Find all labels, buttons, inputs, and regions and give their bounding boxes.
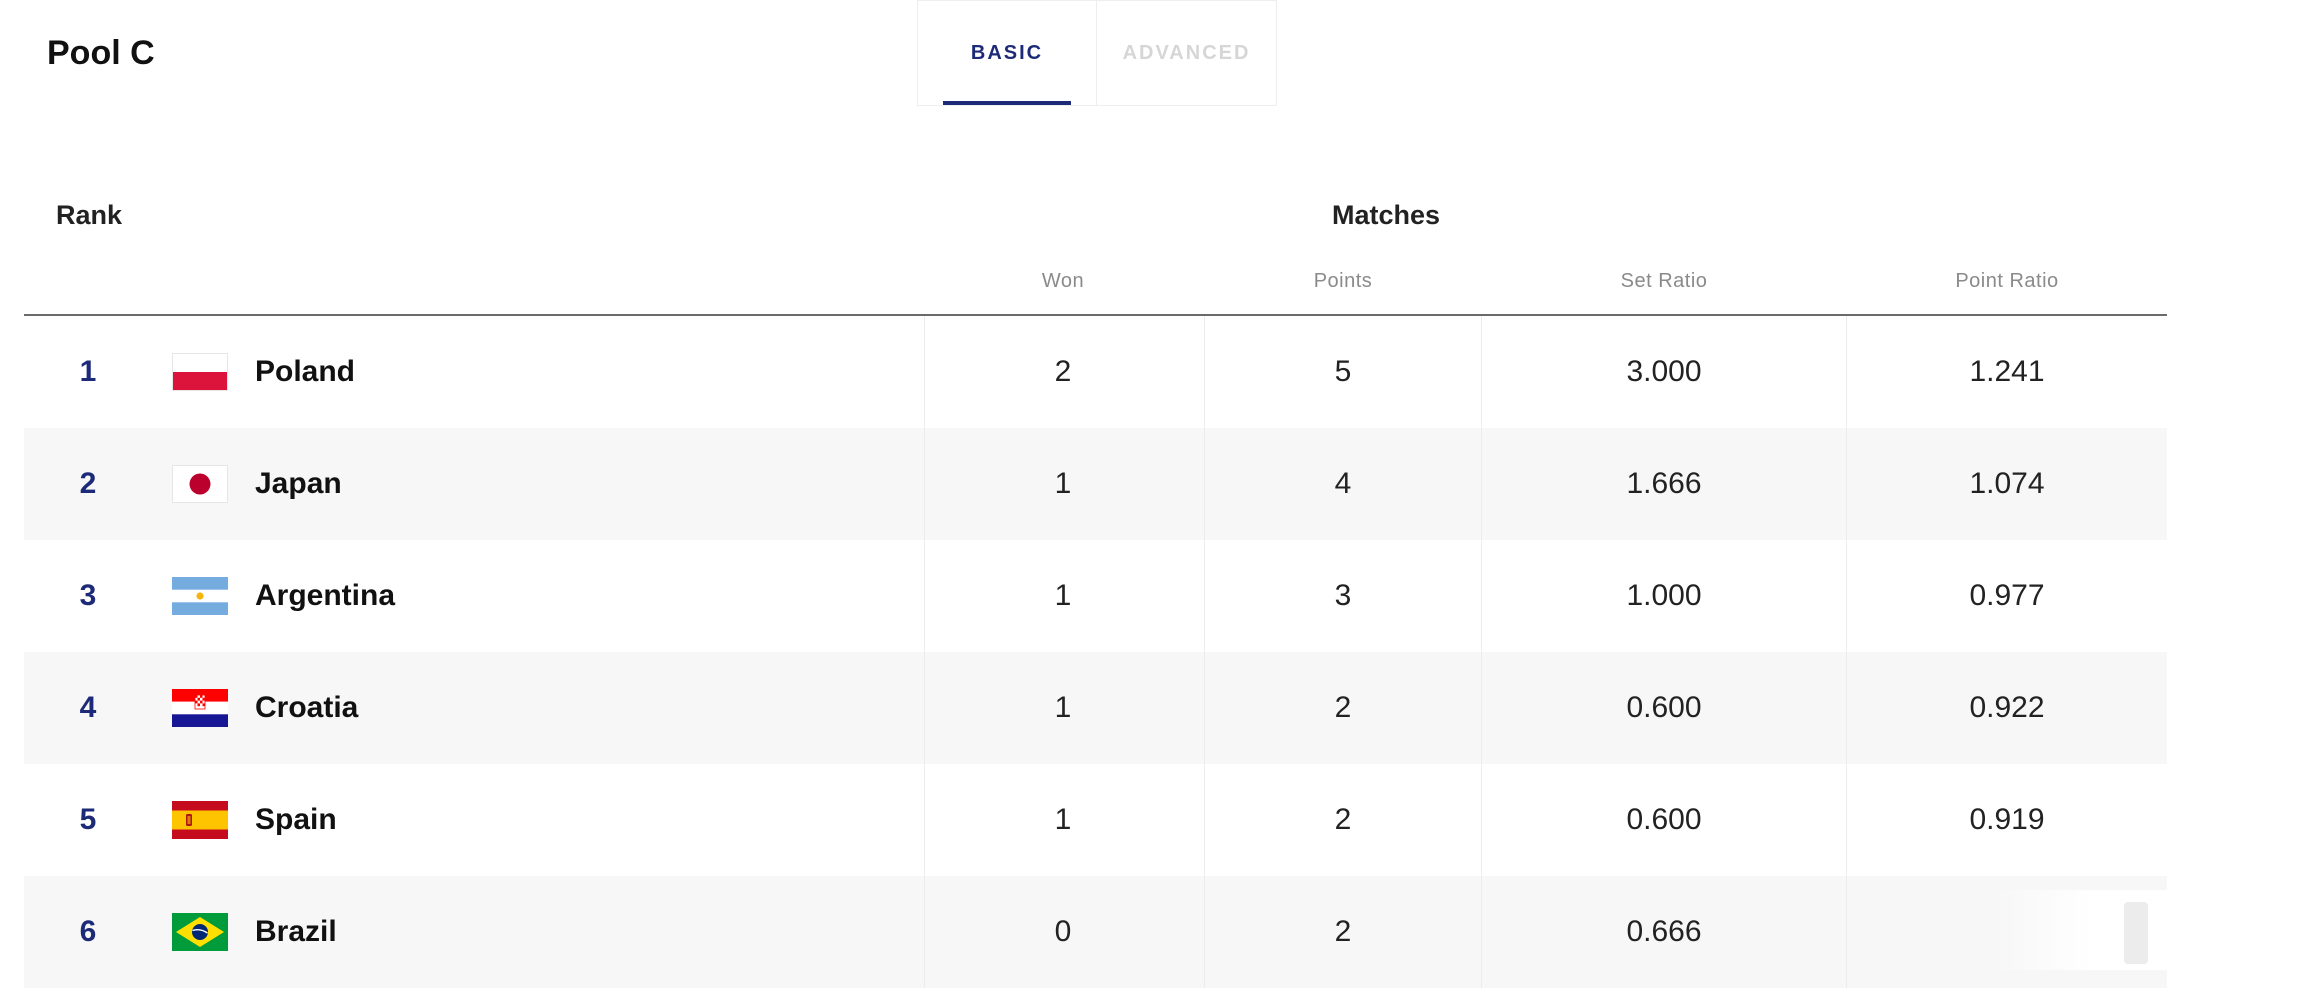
column-divider [1481, 876, 1482, 988]
brazil-flag-icon [172, 913, 228, 951]
set-ratio-text: 1.000 [1626, 579, 1702, 612]
point-ratio-text: 1.074 [1969, 467, 2045, 500]
column-divider [1204, 316, 1205, 428]
rank-number: 2 [79, 467, 97, 500]
tab-basic[interactable]: BASIC [917, 0, 1097, 106]
set-ratio-text: 1.666 [1626, 467, 1702, 500]
rank-number: 4 [79, 691, 97, 724]
croatia-flag-icon [172, 689, 228, 727]
column-divider [1846, 876, 1847, 988]
rank-number: 3 [79, 579, 97, 612]
country-name[interactable]: Japan [255, 428, 342, 540]
country-name[interactable]: Croatia [255, 652, 358, 764]
column-header-won-label: Won [1041, 270, 1085, 292]
column-header-point-ratio-label: Point Ratio [1955, 270, 2059, 292]
point-ratio-text: 0.919 [1969, 803, 2045, 836]
column-divider [924, 764, 925, 876]
poland-flag-graphic [173, 354, 227, 390]
won-text: 1 [1054, 803, 1072, 836]
table-row[interactable]: 3 Argentina 1 3 1.000 0.977 [24, 540, 2167, 652]
column-divider [1846, 540, 1847, 652]
pool-title: Pool C [47, 34, 155, 72]
country-name[interactable]: Argentina [255, 540, 395, 652]
point-ratio-text: 1.241 [1969, 355, 2045, 388]
point-ratio-text: 0.977 [1969, 579, 2045, 612]
won-text: 2 [1054, 355, 1072, 388]
points-text: 4 [1334, 467, 1352, 500]
argentina-flag-icon [172, 577, 228, 615]
tab-advanced[interactable]: ADVANCED [1097, 0, 1277, 106]
column-divider [924, 876, 925, 988]
points-text: 2 [1334, 915, 1352, 948]
column-header-set-ratio-label: Set Ratio [1620, 270, 1708, 292]
spain-flag-icon [172, 801, 228, 839]
won-text: 1 [1054, 467, 1072, 500]
points-text: 5 [1334, 355, 1352, 388]
rank-header: Rank [56, 200, 123, 230]
rank-number: 5 [79, 803, 97, 836]
column-divider [924, 652, 925, 764]
column-divider [1204, 428, 1205, 540]
set-ratio-text: 0.600 [1626, 803, 1702, 836]
column-divider [1846, 428, 1847, 540]
won-text: 0 [1054, 915, 1072, 948]
point-ratio-text: 0.922 [1969, 691, 2045, 724]
column-divider [1481, 540, 1482, 652]
standings-table: 1 Poland 2 5 3.000 1.241 2 Japan 1 4 1.6… [24, 316, 2167, 988]
table-row[interactable]: 1 Poland 2 5 3.000 1.241 [24, 316, 2167, 428]
table-row[interactable]: 2 Japan 1 4 1.666 1.074 [24, 428, 2167, 540]
japan-flag-icon [172, 465, 228, 503]
argentina-flag-graphic [172, 577, 228, 615]
view-tabs: BASIC ADVANCED [917, 0, 1277, 106]
column-divider [1481, 428, 1482, 540]
country-name[interactable]: Spain [255, 764, 337, 876]
spain-flag-graphic [172, 801, 228, 839]
rank-number: 6 [79, 915, 97, 948]
column-divider [1481, 652, 1482, 764]
column-header-points-label: Points [1313, 270, 1373, 292]
rank-number: 1 [79, 355, 97, 388]
column-divider [1846, 764, 1847, 876]
column-divider [1481, 316, 1482, 428]
points-text: 3 [1334, 579, 1352, 612]
won-text: 1 [1054, 691, 1072, 724]
brazil-flag-graphic [172, 913, 228, 951]
japan-flag-graphic [173, 466, 227, 502]
points-text: 2 [1334, 691, 1352, 724]
points-text: 2 [1334, 803, 1352, 836]
column-divider [1204, 652, 1205, 764]
matches-header-label: Matches [1331, 200, 1441, 230]
table-row[interactable]: 4 Croatia 1 2 0.600 0.922 [24, 652, 2167, 764]
column-divider [924, 428, 925, 540]
table-row[interactable]: 5 Spain 1 2 0.600 0.919 [24, 764, 2167, 876]
set-ratio-text: 3.000 [1626, 355, 1702, 388]
column-divider [1204, 876, 1205, 988]
column-divider [1204, 764, 1205, 876]
won-text: 1 [1054, 579, 1072, 612]
column-divider [1204, 540, 1205, 652]
poland-flag-icon [172, 353, 228, 391]
country-name[interactable]: Brazil [255, 876, 337, 988]
column-divider [1846, 316, 1847, 428]
column-divider [924, 316, 925, 428]
scroll-fade-overlay [1994, 890, 2324, 970]
set-ratio-text: 0.600 [1626, 691, 1702, 724]
column-divider [1481, 764, 1482, 876]
scroll-fade-bar [2124, 902, 2148, 964]
country-name[interactable]: Poland [255, 316, 355, 428]
table-row[interactable]: 6 Brazil 0 2 0.666 [24, 876, 2167, 988]
column-divider [924, 540, 925, 652]
set-ratio-text: 0.666 [1626, 915, 1702, 948]
column-divider [1846, 652, 1847, 764]
croatia-flag-graphic [172, 689, 228, 727]
